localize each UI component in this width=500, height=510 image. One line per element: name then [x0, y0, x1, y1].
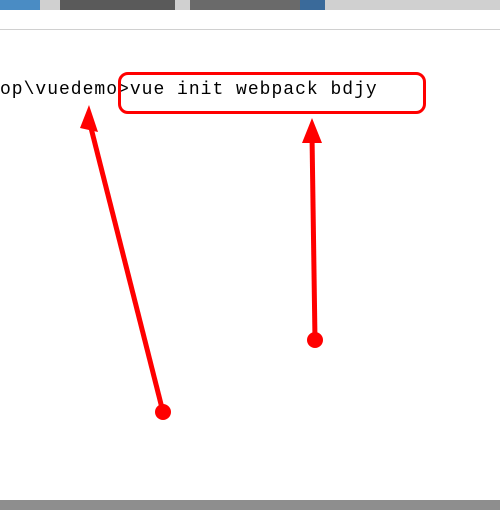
terminal-window: op\vuedemo>vue init webpack bdjy: [0, 10, 500, 500]
arrow-to-path-icon: [80, 105, 171, 420]
prompt-path: op\vuedemo: [0, 80, 118, 100]
arrow-to-command-icon: [302, 118, 323, 348]
annotation-highlight-box: [118, 72, 426, 114]
window-titlebar: [0, 10, 500, 30]
background-strip: [0, 0, 500, 10]
